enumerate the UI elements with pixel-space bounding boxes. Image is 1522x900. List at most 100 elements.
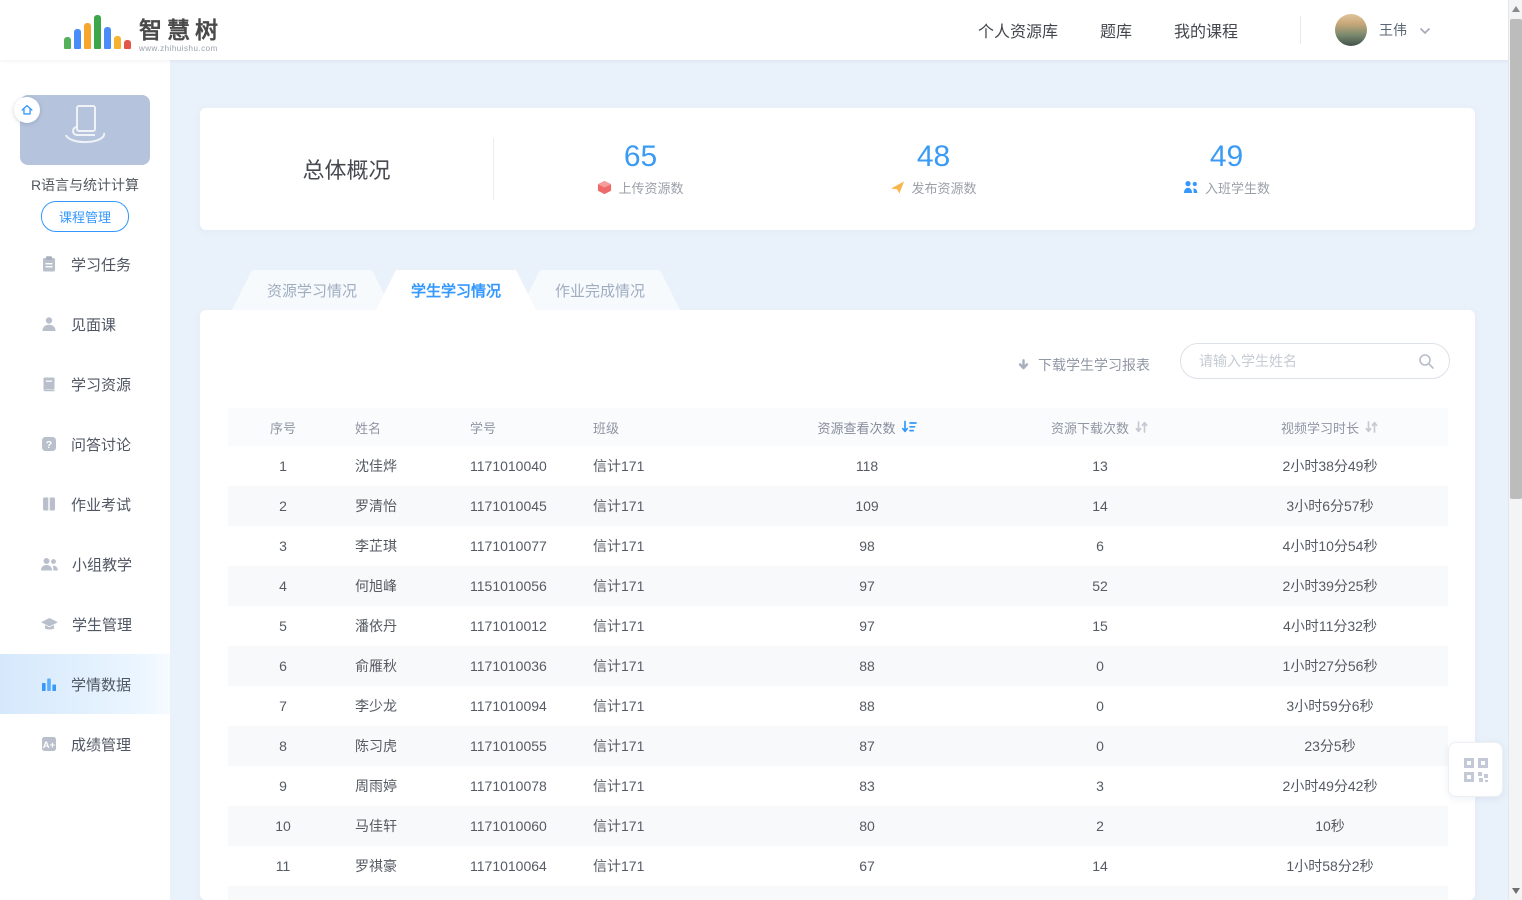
search-input[interactable] (1199, 353, 1418, 369)
sidebar-item-qa-discussion[interactable]: ? 问答讨论 (0, 414, 170, 474)
col-header-video-duration[interactable]: 视频学习时长 (1212, 418, 1448, 437)
sidebar-item-label: 作业考试 (71, 494, 131, 515)
sidebar-item-label: 问答讨论 (71, 434, 131, 455)
scrollbar-thumb[interactable] (1510, 19, 1522, 499)
sidebar-item-group-teaching[interactable]: 小组教学 (0, 534, 170, 594)
sidebar-menu: 学习任务 见面课 学习资源 ? 问答讨论 (0, 234, 170, 774)
col-header-name: 姓名 (338, 418, 458, 437)
stat-value: 48 (917, 142, 950, 172)
table-row-partial (228, 886, 1448, 900)
sidebar: R语言与统计计算 课程管理 学习任务 见面课 (0, 60, 170, 900)
stat-label: 发布资源数 (911, 178, 976, 197)
open-book-icon (40, 495, 58, 513)
qr-code-button[interactable] (1448, 742, 1503, 797)
download-report-label: 下载学生学习报表 (1038, 355, 1150, 375)
home-button[interactable] (14, 97, 40, 123)
home-icon (20, 103, 34, 117)
table-row: 3李芷琪1171010077信计1719864小时10分54秒 (228, 526, 1448, 566)
stat-label: 入班学生数 (1205, 178, 1270, 197)
download-report-link[interactable]: 下载学生学习报表 (1016, 355, 1150, 375)
col-header-resource-views[interactable]: 资源查看次数 (746, 418, 988, 437)
stat-value: 65 (624, 142, 657, 172)
sidebar-item-learning-resources[interactable]: 学习资源 (0, 354, 170, 414)
sidebar-item-label: 见面课 (71, 314, 116, 335)
table-row: 5潘依丹1171010012信计17197154小时11分32秒 (228, 606, 1448, 646)
tab-student-learning[interactable]: 学生学习情况 (376, 270, 536, 310)
sidebar-item-homework-exam[interactable]: 作业考试 (0, 474, 170, 534)
download-icon (1016, 358, 1031, 373)
graduation-cap-icon (40, 615, 59, 633)
student-learning-table: 序号 姓名 学号 班级 资源查看次数 资源下载次数 (228, 408, 1448, 900)
top-navbar: 智慧树 www.zhihuishu.com 个人资源库 题库 我的课程 王伟 (0, 0, 1522, 60)
page: 智慧树 www.zhihuishu.com 个人资源库 题库 我的课程 王伟 (0, 0, 1522, 900)
vertical-scrollbar (1508, 0, 1522, 900)
book-icon (40, 375, 58, 393)
avatar[interactable] (1335, 14, 1367, 46)
table-row: 9周雨婷1171010078信计1718332小时49分42秒 (228, 766, 1448, 806)
qr-code-icon (1461, 755, 1491, 785)
tab-homework-completion[interactable]: 作业完成情况 (520, 270, 680, 310)
overview-title: 总体概况 (302, 153, 390, 185)
cube-icon (597, 180, 612, 195)
course-card[interactable] (20, 95, 150, 165)
col-header-class: 班级 (583, 418, 746, 437)
student-learning-panel: 下载学生学习报表 序号 姓名 学号 班级 资源查看次数 (200, 310, 1475, 900)
grade-a-plus-icon: A+ (40, 735, 58, 753)
scrollbar-down-arrow[interactable] (1512, 888, 1520, 894)
zhihuishu-logo[interactable]: 智慧树 www.zhihuishu.com (64, 9, 223, 53)
search-icon[interactable] (1418, 353, 1435, 370)
sort-updown-icon[interactable] (1134, 420, 1149, 434)
sidebar-item-label: 成绩管理 (71, 734, 131, 755)
nav-personal-resources[interactable]: 个人资源库 (978, 18, 1058, 42)
col-header-resource-downloads[interactable]: 资源下载次数 (988, 418, 1212, 437)
sidebar-item-grade-management[interactable]: A+ 成绩管理 (0, 714, 170, 774)
question-icon: ? (40, 435, 58, 453)
course-manage-button[interactable]: 课程管理 (41, 201, 129, 232)
course-book-icon (53, 101, 117, 159)
users-icon (40, 555, 59, 573)
scrollbar-up-arrow[interactable] (1512, 6, 1520, 12)
nav-my-courses[interactable]: 我的课程 (1174, 18, 1238, 42)
tab-resource-learning[interactable]: 资源学习情况 (232, 270, 392, 310)
stat-label: 上传资源数 (618, 178, 683, 197)
sort-desc-active-icon[interactable] (901, 420, 917, 434)
person-icon (40, 315, 58, 333)
students-icon (1183, 180, 1199, 194)
sidebar-item-label: 学生管理 (72, 614, 132, 635)
sort-updown-icon[interactable] (1364, 420, 1379, 434)
overview-card: 总体概况 65 上传资源数 48 (200, 108, 1475, 230)
sidebar-item-label: 学习资源 (71, 374, 131, 395)
col-header-index: 序号 (228, 418, 338, 437)
sidebar-item-label: 学情数据 (71, 674, 131, 695)
sidebar-item-student-management[interactable]: 学生管理 (0, 594, 170, 654)
sidebar-item-learning-data[interactable]: 学情数据 (0, 654, 170, 714)
table-row: 1沈佳烨1171010040信计171118132小时38分49秒 (228, 446, 1448, 486)
table-row: 2罗清怡1171010045信计171109143小时6分57秒 (228, 486, 1448, 526)
table-body: 1沈佳烨1171010040信计171118132小时38分49秒 2罗清怡11… (228, 446, 1448, 900)
logo-bars-icon (64, 15, 131, 49)
bar-chart-icon (40, 675, 58, 693)
student-search (1180, 343, 1450, 379)
table-header-row: 序号 姓名 学号 班级 资源查看次数 资源下载次数 (228, 408, 1448, 446)
logo-title: 智慧树 (139, 19, 223, 42)
user-name: 王伟 (1379, 20, 1407, 40)
send-icon (890, 180, 905, 195)
nav-divider (1300, 16, 1301, 44)
table-row: 10马佳轩1171010060信计17180210秒 (228, 806, 1448, 846)
chevron-down-icon[interactable] (1419, 27, 1431, 35)
clipboard-icon (40, 255, 58, 273)
course-name: R语言与统计计算 (0, 175, 170, 195)
sidebar-item-meeting-class[interactable]: 见面课 (0, 294, 170, 354)
table-row: 4何旭峰1151010056信计17197522小时39分25秒 (228, 566, 1448, 606)
stat-published-resources: 48 发布资源数 (787, 108, 1080, 230)
svg-text:A+: A+ (43, 740, 56, 751)
svg-text:?: ? (46, 439, 52, 451)
table-row: 8陈习虎1171010055信计17187023分5秒 (228, 726, 1448, 766)
user-menu[interactable]: 王伟 (1335, 0, 1431, 60)
sidebar-item-learning-tasks[interactable]: 学习任务 (0, 234, 170, 294)
tab-bar: 资源学习情况 学生学习情况 作业完成情况 (232, 270, 664, 310)
stat-enrolled-students: 49 入班学生数 (1080, 108, 1373, 230)
nav-question-bank[interactable]: 题库 (1100, 18, 1132, 42)
stat-value: 49 (1210, 142, 1243, 172)
logo-subtitle: www.zhihuishu.com (139, 45, 223, 53)
